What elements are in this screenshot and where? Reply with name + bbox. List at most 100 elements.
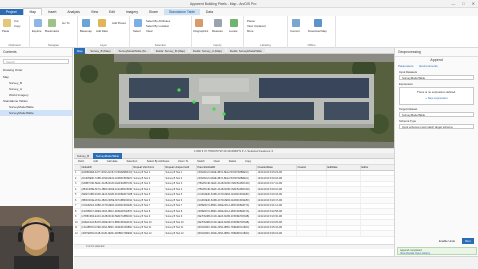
tab-edit[interactable]: Edit (104, 9, 120, 15)
field-label: Field: (78, 160, 85, 163)
group-label: Labeling (260, 43, 271, 47)
enable-undo-toggle[interactable]: Enable Undo (439, 239, 455, 243)
table-cell[interactable]: Survey B Test 12 (164, 230, 197, 237)
window-title: Apparent Building Pixels - Map - ArcGIS … (190, 2, 257, 6)
paste-label: Paste (2, 29, 10, 33)
close-button[interactable]: ✕ (472, 1, 475, 6)
table-cell[interactable] (296, 230, 327, 237)
calculate-field-button[interactable]: Calculate (103, 159, 122, 164)
window-controls: — □ ✕ (451, 1, 475, 6)
select-by-location-button[interactable]: Select By Location (146, 24, 169, 28)
layer-tree: Map Survey_B Survey_A World Imagery Stan… (0, 74, 72, 116)
new-expression-button[interactable]: + New expression (402, 96, 471, 100)
group-label: Offline (307, 43, 316, 47)
select-label: Select (133, 29, 141, 33)
clear-selection-button[interactable]: Clear (146, 29, 153, 33)
table-cell[interactable] (360, 230, 394, 237)
group-label: Selection (154, 43, 167, 47)
clear-table-selection-button[interactable]: Clear (210, 159, 224, 164)
ribbon-tab-bar: Project Map Insert Analysis View Edit Im… (0, 8, 478, 16)
expression-empty-text: There is no expression defined. (416, 90, 457, 94)
selection-label: Selection: (126, 160, 138, 163)
group-label: Inquiry (213, 43, 222, 47)
basemap-icon[interactable] (82, 19, 90, 27)
input-datasets-field[interactable]: SurveyModelTable (399, 75, 474, 80)
measure-label: Measure (212, 29, 223, 33)
tree-item-table-2[interactable]: SurveyModelTable (0, 110, 72, 116)
attribute-grid: GlobalID Repeat Visit Form Repeat Unique F… (74, 165, 394, 237)
target-dataset-label: Target Dataset (399, 107, 418, 111)
run-button[interactable]: Run (462, 238, 474, 244)
pause-labeling-button[interactable]: Pause (247, 19, 255, 23)
notification-links[interactable]: View Details Open History (400, 252, 474, 255)
add-preset-button[interactable]: Add Preset (112, 21, 126, 25)
convert-icon[interactable] (292, 19, 300, 27)
explore-label: Explore (32, 29, 42, 33)
explore-icon[interactable] (34, 19, 42, 27)
table-cell[interactable]: {46D7E8F9-0A1B-4C2D-9E3F-4A5B6C7D8E9F} (80, 230, 133, 237)
delete-button[interactable]: Delete (225, 159, 241, 164)
convert-label: Convert (290, 29, 300, 33)
gp-title: Geoprocessing (395, 48, 478, 57)
group-label: Navigate (47, 43, 60, 47)
expression-box: There is no expression defined. + New ex… (399, 87, 474, 105)
paste-icon[interactable] (3, 19, 11, 27)
geoprocessing-pane: Geoprocessing Append Parameters Environm… (394, 48, 478, 256)
goto-button[interactable]: Go To (62, 21, 69, 25)
view-unplaced-button[interactable]: View Unplaced (247, 24, 266, 28)
locate-icon[interactable] (230, 19, 238, 27)
table-body: 1 {E1B9D0E8-4A77-4F92-A1F8-7C3D2E6B9F10} S… (74, 170, 394, 237)
tab-view[interactable]: View (86, 9, 103, 15)
infographics-icon[interactable] (195, 19, 203, 27)
tab-map[interactable]: Map (23, 8, 43, 15)
gp-tab-parameters[interactable]: Parameters (398, 64, 414, 68)
selection-count: 0 of 12 selected (86, 245, 105, 248)
minimize-button[interactable]: — (451, 1, 455, 6)
webcam-overlay (0, 206, 73, 269)
measure-icon[interactable] (214, 19, 222, 27)
download-map-icon[interactable] (314, 19, 322, 27)
bookmarks-icon[interactable] (48, 19, 56, 27)
bookmarks-label: Bookmarks (45, 29, 59, 33)
ribbon-group-offline: Convert Download Map Offline (288, 16, 336, 48)
ribbon-group-layer: Basemap Add Data Add Preset Layer (78, 16, 130, 48)
cut-button[interactable]: Cut (14, 19, 18, 23)
attribute-table[interactable]: GlobalID Repeat Visit Form Repeat Unique F… (74, 165, 394, 244)
table-cell[interactable]: Survey B Test 12 (132, 230, 165, 237)
tab-share[interactable]: Share (144, 9, 163, 15)
table-cell[interactable] (326, 230, 361, 237)
maximize-button[interactable]: □ (462, 1, 464, 6)
add-data-label: Add Data (96, 29, 108, 33)
more-labeling-button[interactable]: More (247, 29, 253, 33)
copy-button[interactable]: Copy (241, 159, 255, 164)
contents-search-input[interactable]: Search (3, 59, 69, 64)
infographics-label: Infographics (193, 29, 209, 33)
switch-selection-button[interactable]: Switch (193, 159, 209, 164)
schema-type-select[interactable]: Input schema must match target schema (399, 124, 474, 129)
table-cell[interactable]: 12/11/2019 9:26:19 AM (256, 230, 297, 237)
gp-tab-environments[interactable]: Environments (419, 64, 437, 68)
zoom-to-button[interactable]: Zoom To (174, 159, 192, 164)
tab-standalone-table[interactable]: Standalone Table (163, 9, 201, 15)
tab-imagery[interactable]: Imagery (121, 9, 143, 15)
copy-button[interactable]: Copy (14, 24, 21, 28)
table-cell[interactable]: {9F0A1B2C-3D4E-4F5A-9B6C-7D8E9F0A1B2C} (196, 230, 257, 237)
ribbon-group-labeling: Pause View Unplaced More Labeling (244, 16, 288, 48)
input-datasets-label: Input Datasets (399, 70, 418, 74)
tab-project[interactable]: Project (0, 9, 23, 15)
target-dataset-field[interactable]: SurveyModelTable (399, 112, 474, 117)
presenter-video (0, 206, 73, 269)
add-field-button[interactable]: Add (89, 159, 102, 164)
drawing-order-label: Drawing Order (3, 68, 23, 72)
add-data-icon[interactable] (98, 19, 106, 27)
table-select-by-attributes-button[interactable]: Select By Attributes (143, 159, 174, 164)
tab-data[interactable]: Data (201, 9, 218, 15)
tab-analysis[interactable]: Analysis (62, 9, 85, 15)
tab-insert[interactable]: Insert (43, 9, 61, 15)
ribbon-group-inquiry: Infographics Measure Locate Inquiry (192, 16, 244, 48)
select-by-attributes-button[interactable]: Select By Attributes (146, 19, 170, 23)
map-view[interactable] (74, 54, 394, 148)
select-icon[interactable] (134, 19, 142, 27)
contents-title: Contents (0, 48, 72, 57)
table-row[interactable]: 12 {46D7E8F9-0A1B-4C2D-9E3F-4A5B6C7D8E9F}… (74, 230, 394, 237)
